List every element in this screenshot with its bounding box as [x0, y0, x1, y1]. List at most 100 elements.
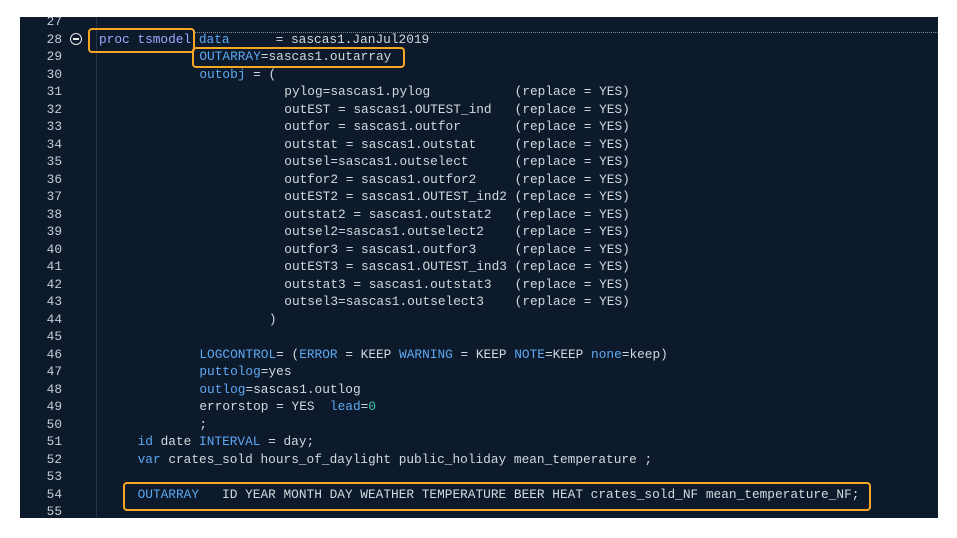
code-token: outEST2 = sascas1.OUTEST_ind2 (replace =… [284, 189, 630, 204]
line-number: 49 [46, 399, 62, 414]
code-line[interactable]: 49 errorstop = YES lead=0 [20, 398, 938, 416]
line-number: 38 [46, 206, 62, 222]
code-token: = sascas1.JanJul2019 [229, 31, 430, 47]
code-token: outEST3 = sascas1.OUTEST_ind3 (replace =… [284, 259, 630, 274]
code-token: outsel=sascas1.outselect (replace = YES) [284, 154, 630, 169]
code-line[interactable]: 31 pylog=sascas1.pylog (replace = YES) [20, 83, 938, 101]
code-text: ; [199, 416, 207, 434]
line-number: 31 [46, 84, 62, 99]
line-number: 51 [46, 434, 62, 449]
code-text: outstat = sascas1.outstat (replace = YES… [284, 136, 630, 154]
code-token: outsel2=sascas1.outselect2 (replace = YE… [284, 224, 630, 239]
line-number: 55 [46, 504, 62, 518]
code-text: outstat3 = sascas1.outstat3 (replace = Y… [284, 276, 630, 294]
line-number: 32 [46, 101, 62, 117]
code-token: outEST = sascas1.OUTEST_ind (replace = Y… [284, 101, 630, 117]
code-token: =yes [260, 364, 292, 379]
code-line[interactable]: 46 LOGCONTROL= (ERROR = KEEP WARNING = KE… [20, 346, 938, 364]
num-token: 0 [368, 399, 377, 414]
code-text: outstat2 = sascas1.outstat2 (replace = Y… [284, 206, 630, 224]
code-text: var crates_sold hours_of_daylight public… [138, 451, 653, 469]
line-number: 44 [46, 311, 62, 327]
line-number: 29 [46, 49, 62, 64]
code-token: outfor2 = sascas1.outfor2 (replace = YES… [284, 171, 630, 187]
kw-token: puttolog [199, 364, 261, 379]
kw-token: NOTE [514, 346, 545, 362]
code-line[interactable]: 45 [20, 328, 938, 346]
code-text: outlog=sascas1.outlog [199, 381, 360, 399]
code-token: pylog=sascas1.pylog (replace = YES) [284, 84, 630, 99]
code-text: outfor3 = sascas1.outfor3 (replace = YES… [284, 241, 630, 259]
code-line[interactable]: 30 outobj = ( [20, 66, 938, 84]
kw-token: data [198, 31, 230, 47]
code-line[interactable]: 36 outfor2 = sascas1.outfor2 (replace = Y… [20, 171, 938, 189]
code-line[interactable]: 39 outsel2=sascas1.outselect2 (replace = … [20, 223, 938, 241]
code-token: outstat = sascas1.outstat (replace = YES… [284, 136, 630, 152]
line-number: 40 [46, 241, 62, 257]
line-number: 39 [46, 224, 62, 239]
highlight-outarray-statement [123, 482, 871, 511]
line-number: 33 [46, 119, 62, 134]
code-token: = KEEP [337, 346, 400, 362]
code-line[interactable]: 42 outstat3 = sascas1.outstat3 (replace =… [20, 276, 938, 294]
kw-token: WARNING [399, 346, 453, 362]
code-text: pylog=sascas1.pylog (replace = YES) [284, 83, 630, 101]
code-text: outsel=sascas1.outselect (replace = YES) [284, 153, 630, 171]
line-number: 35 [46, 154, 62, 169]
code-text: outobj = ( [199, 66, 276, 84]
code-line[interactable]: 33 outfor = sascas1.outfor (replace = YES… [20, 118, 938, 136]
code-token: outstat2 = sascas1.outstat2 (replace = Y… [284, 206, 630, 222]
code-line[interactable]: 43 outsel3=sascas1.outselect3 (replace = … [20, 293, 938, 311]
code-editor[interactable]: 27 28 proc tsmodel data = sascas1.JanJul20… [20, 17, 938, 518]
code-text: outEST2 = sascas1.OUTEST_ind2 (replace =… [284, 188, 630, 206]
line-number: 30 [46, 66, 62, 82]
code-text: outfor = sascas1.outfor (replace = YES) [284, 118, 630, 136]
kw-token: id [137, 434, 153, 449]
code-token: crates_sold hours_of_daylight public_hol… [160, 451, 653, 467]
kw-token: lead [329, 399, 361, 414]
code-line[interactable]: 40 outfor3 = sascas1.outfor3 (replace = Y… [20, 241, 938, 259]
line-number: 53 [46, 469, 62, 484]
code-token: ; [199, 416, 208, 432]
line-number: 54 [46, 486, 62, 502]
code-token: = ( [245, 66, 277, 82]
code-line[interactable]: 38 outstat2 = sascas1.outstat2 (replace =… [20, 206, 938, 224]
line-number: 50 [46, 416, 62, 432]
kw-token: var [137, 451, 161, 467]
line-number: 36 [46, 171, 62, 187]
code-line[interactable]: 48 outlog=sascas1.outlog [20, 381, 938, 399]
kw-token: ERROR [299, 346, 338, 362]
code-text: outsel2=sascas1.outselect2 (replace = YE… [284, 223, 630, 241]
code-line[interactable]: 50; [20, 416, 938, 434]
code-line[interactable]: 41 outEST3 = sascas1.OUTEST_ind3 (replace… [20, 258, 938, 276]
kw-token: outobj [199, 66, 246, 82]
kw-token: LOGCONTROL [199, 346, 277, 362]
line-number: 43 [46, 294, 62, 309]
code-text: puttolog=yes [199, 363, 291, 381]
code-token: errorstop = YES [199, 399, 330, 414]
line-number: 48 [46, 381, 62, 397]
code-token: = ( [276, 346, 300, 362]
code-text: outfor2 = sascas1.outfor2 (replace = YES… [284, 171, 630, 189]
code-line[interactable]: 44) [20, 311, 938, 329]
line-number: 52 [46, 451, 62, 467]
code-token: =keep) [621, 346, 668, 362]
code-line[interactable]: 32 outEST = sascas1.OUTEST_ind (replace =… [20, 101, 938, 119]
code-line[interactable]: 47 puttolog=yes [20, 363, 938, 381]
code-text: outEST3 = sascas1.OUTEST_ind3 (replace =… [284, 258, 630, 276]
line-number: 28 [46, 31, 62, 47]
code-line[interactable]: 51 id date INTERVAL = day; [20, 433, 938, 451]
code-text: outEST = sascas1.OUTEST_ind (replace = Y… [284, 101, 630, 119]
code-line[interactable]: 34 outstat = sascas1.outstat (replace = Y… [20, 136, 938, 154]
code-line[interactable]: 35 outsel=sascas1.outselect (replace = YE… [20, 153, 938, 171]
code-token: = day; [260, 434, 315, 449]
code-token: =sascas1.outlog [245, 381, 361, 397]
kw-token: none [591, 346, 622, 362]
code-line[interactable]: 37 outEST2 = sascas1.OUTEST_ind2 (replace… [20, 188, 938, 206]
code-token: =KEEP [544, 346, 592, 362]
kw-token: outlog [199, 381, 246, 397]
code-token: outsel3=sascas1.outselect3 (replace = YE… [284, 294, 630, 309]
code-line[interactable]: 52 var crates_sold hours_of_daylight publ… [20, 451, 938, 469]
code-token: outfor = sascas1.outfor (replace = YES) [284, 119, 630, 134]
line-number: 42 [46, 276, 62, 292]
